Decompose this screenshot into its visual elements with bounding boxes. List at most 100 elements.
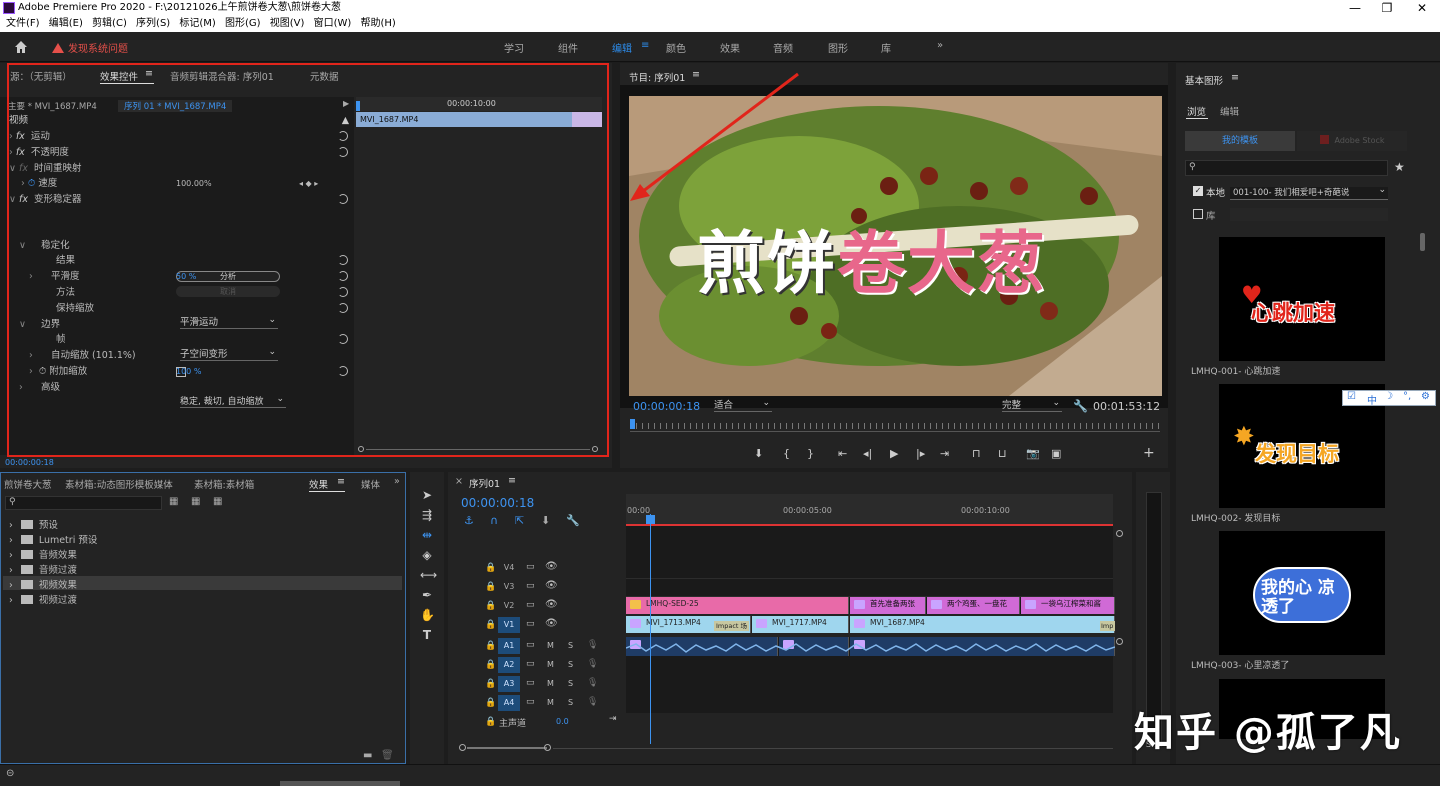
clip-v2-caption-2[interactable]: 两个鸡蛋、一盘花: [927, 597, 1020, 614]
reset-icon[interactable]: [338, 271, 348, 281]
mic-icon[interactable]: 🎙: [587, 697, 598, 707]
folder-audio-effects[interactable]: › 音频效果: [9, 547, 77, 561]
mark-out-icon[interactable]: }: [807, 447, 814, 460]
property-speed[interactable]: › ⏱ 速度 100.00% ◂ ◆ ▸: [9, 176, 353, 191]
status-scrollbar[interactable]: [280, 781, 400, 786]
lock-icon[interactable]: 🔒: [485, 601, 496, 611]
mic-icon[interactable]: 🎙: [587, 659, 598, 669]
folder-lumetri[interactable]: › Lumetri 预设: [9, 532, 97, 546]
clip-v1-1717[interactable]: MVI_1717.MP4: [752, 616, 849, 633]
reset-icon[interactable]: [338, 194, 348, 204]
reset-icon[interactable]: [338, 287, 348, 297]
workspace-color[interactable]: 颜色: [666, 40, 686, 55]
ripple-edit-icon[interactable]: ⇹: [420, 528, 434, 542]
group-stabilization[interactable]: ∨ 稳定化: [9, 238, 353, 253]
track-label[interactable]: V4: [498, 560, 520, 576]
more-tabs-icon[interactable]: »: [394, 476, 400, 487]
timeline-playhead[interactable]: [650, 514, 651, 744]
template-thumb-1[interactable]: ♥ 心跳加速: [1219, 237, 1385, 361]
effect-controls-timecode[interactable]: 00:00:00:18: [5, 458, 54, 467]
reset-icon[interactable]: [338, 255, 348, 265]
panel-menu-icon[interactable]: ≡: [145, 68, 153, 79]
program-timecode[interactable]: 00:00:00:18: [633, 400, 700, 413]
workspace-audio[interactable]: 音频: [773, 40, 793, 55]
step-forward-icon[interactable]: |▸: [916, 447, 925, 460]
collapse-icon[interactable]: ▲: [342, 113, 349, 128]
tab-browse[interactable]: 浏览: [1187, 104, 1206, 118]
extract-icon[interactable]: ⊔: [998, 447, 1007, 460]
system-warning[interactable]: 发现系统问题: [52, 40, 128, 55]
mic-icon[interactable]: 🎙: [587, 678, 598, 688]
ime-punct-icon[interactable]: °,: [1403, 391, 1411, 402]
reset-icon[interactable]: [338, 303, 348, 313]
sequence-clip-label[interactable]: 序列 01 * MVI_1687.MP4: [118, 100, 233, 112]
menu-graphics[interactable]: 图形(G): [222, 16, 264, 32]
lock-icon[interactable]: 🔒: [485, 698, 496, 708]
group-advanced[interactable]: › 高级: [9, 380, 353, 395]
transition-impact[interactable]: Impact 场: [714, 621, 749, 631]
solo-button[interactable]: S: [568, 660, 573, 669]
program-scrubber[interactable]: [630, 417, 1160, 433]
workspace-assembly[interactable]: 组件: [558, 40, 578, 55]
slip-icon[interactable]: ⟷: [420, 568, 437, 582]
tab-source[interactable]: 源：（无剪辑）: [10, 69, 72, 83]
add-marker-icon[interactable]: ⬇: [541, 514, 550, 527]
eye-icon[interactable]: 👁: [545, 580, 558, 591]
close-tab-icon[interactable]: ×: [455, 476, 463, 487]
ime-logo-icon[interactable]: ☑: [1347, 391, 1356, 402]
lock-icon[interactable]: 🔒: [485, 563, 496, 573]
property-additional-scale[interactable]: › ⏱ 附加缩放 100 %: [9, 364, 353, 379]
sync-icon[interactable]: ▭: [526, 600, 535, 610]
add-marker-icon[interactable]: ⬇: [754, 447, 763, 460]
eye-icon[interactable]: 👁: [545, 599, 558, 610]
quality-dropdown[interactable]: 完整: [1002, 397, 1062, 412]
mute-button[interactable]: M: [547, 698, 554, 707]
clip-v2-caption-1[interactable]: 首先准备两张: [850, 597, 926, 614]
nest-icon[interactable]: ⚓: [464, 514, 474, 527]
essential-graphics-title[interactable]: 基本图形: [1185, 73, 1223, 87]
reset-icon[interactable]: [338, 366, 348, 376]
folder-audio-transitions[interactable]: › 音频过渡: [9, 562, 77, 576]
workspace-menu-icon[interactable]: ≡: [641, 40, 649, 51]
keyframe-nav-icon[interactable]: ◂ ◆ ▸: [299, 176, 318, 191]
play-icon[interactable]: ▶: [890, 447, 898, 460]
selection-tool-icon[interactable]: ➤: [420, 488, 434, 502]
tab-bin[interactable]: 素材箱:素材箱: [194, 477, 254, 491]
step-back-icon[interactable]: ◂|: [863, 447, 872, 460]
favorites-star-icon[interactable]: ★: [1394, 160, 1405, 174]
vscroll-mid-handle[interactable]: [1116, 638, 1123, 645]
menu-markers[interactable]: 标记(M): [176, 16, 218, 32]
tab-audio-mixer[interactable]: 音频剪辑混合器: 序列01: [170, 69, 274, 83]
timeline-settings-icon[interactable]: 🔧: [566, 514, 580, 527]
property-smoothness[interactable]: › 平滑度 50 %: [9, 269, 353, 284]
solo-button[interactable]: S: [568, 641, 573, 650]
track-label[interactable]: A2: [498, 657, 520, 673]
sync-icon[interactable]: ▭: [526, 619, 535, 629]
reset-icon[interactable]: [338, 334, 348, 344]
timeline-menu-icon[interactable]: ≡: [508, 475, 516, 486]
mini-clip[interactable]: MVI_1687.MP4: [356, 112, 572, 127]
track-label[interactable]: A4: [498, 695, 520, 711]
folder-video-effects[interactable]: › 视频效果: [9, 577, 77, 591]
ime-settings-icon[interactable]: ⚙: [1421, 391, 1430, 402]
workspace-effects[interactable]: 效果: [720, 40, 740, 55]
track-label[interactable]: V3: [498, 579, 520, 595]
graphics-menu-icon[interactable]: ≡: [1231, 72, 1239, 83]
menu-view[interactable]: 视图(V): [267, 16, 308, 32]
timeline-ruler[interactable]: [626, 494, 1113, 526]
sync-icon[interactable]: ▭: [526, 697, 535, 707]
ime-toolbar[interactable]: ☑ 中 ☽ °, ⚙: [1342, 390, 1436, 407]
timeline-zoom-scrollbar[interactable]: [457, 743, 1127, 753]
framing-dropdown[interactable]: 稳定, 裁切, 自动缩放: [180, 393, 286, 408]
yuv-effects-icon[interactable]: ▦: [213, 496, 222, 507]
close-button[interactable]: ✕: [1405, 0, 1439, 16]
menu-clip[interactable]: 剪辑(C): [89, 16, 130, 32]
settings-wrench-icon[interactable]: 🔧: [1073, 399, 1088, 413]
mute-button[interactable]: M: [547, 679, 554, 688]
more-workspaces-icon[interactable]: »: [937, 40, 943, 51]
tab-metadata[interactable]: 元数据: [310, 69, 339, 83]
minimize-button[interactable]: —: [1338, 0, 1372, 16]
maximize-button[interactable]: ❐: [1370, 0, 1404, 16]
local-checkbox[interactable]: ✓: [1193, 186, 1203, 196]
lock-icon[interactable]: 🔒: [485, 620, 496, 630]
